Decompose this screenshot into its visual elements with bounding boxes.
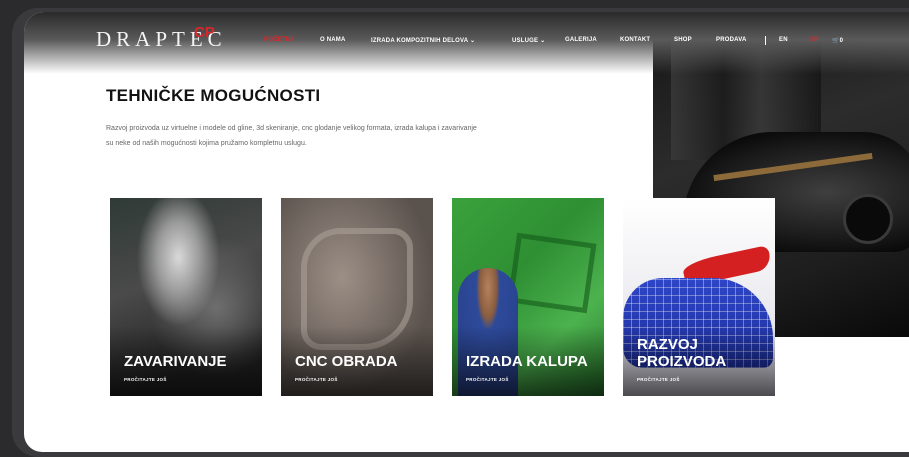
cart-button[interactable]: 🛒0 [832, 37, 843, 44]
cart-icon: 🛒 [832, 38, 840, 44]
nav-item-pocetna[interactable]: POČETNA [264, 37, 295, 43]
service-card-izrada-kalupa[interactable]: IZRADA KALUPA PROČITAJTE JOŠ [452, 198, 604, 396]
read-more-link[interactable]: PROČITAJTE JOŠ [466, 377, 509, 382]
card-title: CNC OBRADA [295, 353, 398, 370]
nav-item-galerija[interactable]: GALERIJA [565, 37, 597, 43]
read-more-link[interactable]: PROČITAJTE JOŠ [295, 377, 338, 382]
hero-car-wheel [843, 194, 893, 244]
web-page: DRAPTEC CP POČETNA O NAMA IZRADA KOMPOZI… [24, 12, 909, 452]
logo-mark-icon[interactable]: CP [194, 24, 215, 41]
service-card-zavarivanje[interactable]: ZAVARIVANJE PROČITAJTE JOŠ [110, 198, 262, 396]
card-title: IZRADA KALUPA [466, 353, 588, 370]
page-title: TEHNIČKE MOGUĆNOSTI [106, 86, 321, 105]
nav-item-kontakt[interactable]: KONTAKT [620, 37, 650, 43]
nav-item-o-nama[interactable]: O NAMA [320, 37, 346, 43]
cart-count: 0 [839, 38, 844, 44]
nav-item-prodava[interactable]: PRODAVA [716, 37, 747, 43]
nav-item-shop[interactable]: SHOP [674, 37, 692, 43]
nav-item-usluge[interactable]: USLUGE ⌄ [512, 37, 545, 44]
read-more-link[interactable]: PROČITAJTE JOŠ [637, 377, 680, 382]
lang-sr[interactable]: SR [810, 37, 819, 43]
service-card-razvoj-proizvoda[interactable]: RAZVOJ PROIZVODA PROČITAJTE JOŠ [623, 198, 775, 396]
card-title: RAZVOJ PROIZVODA [637, 336, 727, 370]
lang-en[interactable]: EN [779, 37, 788, 43]
section-description: Razvoj proizvoda uz virtuelne i modele o… [106, 125, 477, 147]
card-title: ZAVARIVANJE [124, 353, 227, 370]
nav-item-kompozitni-delovi[interactable]: IZRADA KOMPOZITNIH DELOVA ⌄ [371, 37, 475, 44]
service-card-cnc-obrada[interactable]: CNC OBRADA PROČITAJTE JOŠ [281, 198, 433, 396]
read-more-link[interactable]: PROČITAJTE JOŠ [124, 377, 167, 382]
nav-divider [765, 36, 766, 45]
